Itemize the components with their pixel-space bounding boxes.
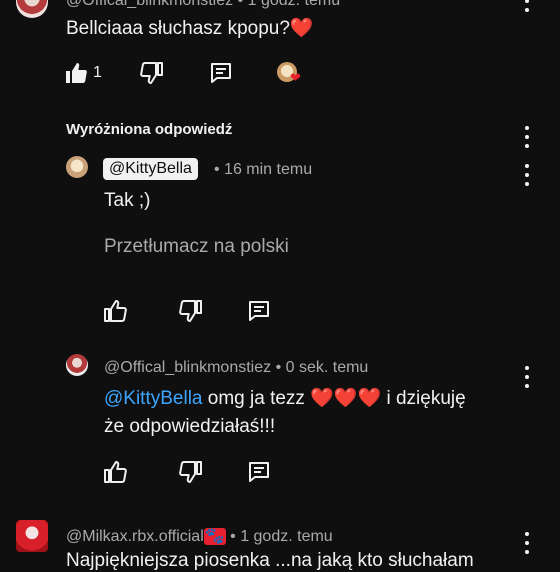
like-count: 1 bbox=[93, 64, 102, 81]
comment-author[interactable]: @Offical_blinkmonstiez bbox=[66, 0, 233, 9]
more-options-icon[interactable] bbox=[524, 164, 530, 186]
more-options-icon[interactable] bbox=[524, 532, 530, 554]
dislike-button[interactable] bbox=[179, 461, 203, 483]
comment-icon bbox=[211, 63, 231, 83]
translate-link[interactable]: Przetłumacz na polski bbox=[104, 236, 289, 258]
reply-button[interactable] bbox=[209, 62, 233, 84]
hearts-emoji: ❤️❤️❤️ bbox=[310, 388, 382, 409]
dislike-button[interactable] bbox=[179, 300, 203, 322]
reply-header: @Offical_blinkmonstiez • 0 sek. temu bbox=[104, 359, 368, 377]
avatar[interactable] bbox=[16, 0, 48, 18]
comment-icon bbox=[249, 301, 269, 321]
comment-header: @Milkax.rbx.official🐾 • 1 godz. temu bbox=[66, 526, 333, 546]
thumbs-down-icon bbox=[140, 62, 163, 84]
paw-badge-icon: 🐾 bbox=[203, 528, 226, 545]
mention-link[interactable]: @KittyBella bbox=[104, 388, 203, 409]
creator-heart-icon: ❤ bbox=[290, 70, 301, 85]
reply-time: • 16 min temu bbox=[214, 161, 313, 178]
avatar[interactable] bbox=[16, 520, 48, 552]
more-options-icon[interactable] bbox=[524, 366, 530, 388]
reply-text: @KittyBella omg ja tezz ❤️❤️❤️ i dziękuj… bbox=[104, 388, 466, 409]
reply-button[interactable] bbox=[247, 461, 271, 483]
dislike-button[interactable] bbox=[140, 62, 164, 84]
highlighted-reply-label: Wyróżniona odpowiedź bbox=[66, 121, 233, 138]
reply-time: • 0 sek. temu bbox=[275, 359, 369, 376]
thumbs-up-icon bbox=[104, 300, 127, 322]
comment-time: • 1 godz. temu bbox=[230, 528, 333, 545]
thumbs-down-icon bbox=[179, 300, 202, 322]
reply-author-chip[interactable]: @KittyBella bbox=[103, 158, 198, 180]
reply-button[interactable] bbox=[247, 300, 271, 322]
thumbs-up-icon bbox=[104, 461, 127, 483]
thumbs-up-filled-icon bbox=[66, 63, 87, 83]
like-button[interactable] bbox=[103, 461, 127, 483]
comment-text: Bellciaaa słuchasz kpopu?❤️ bbox=[66, 18, 314, 39]
more-options-icon[interactable] bbox=[524, 0, 530, 12]
avatar[interactable] bbox=[66, 354, 88, 376]
reply-text: Tak ;) bbox=[104, 190, 151, 211]
like-button[interactable] bbox=[64, 62, 88, 84]
thumbs-down-icon bbox=[179, 461, 202, 483]
heart-emoji: ❤️ bbox=[289, 18, 314, 39]
reply-author[interactable]: @Offical_blinkmonstiez bbox=[104, 359, 271, 376]
avatar[interactable] bbox=[66, 156, 88, 178]
comment-header: @Offical_blinkmonstiez • 1 godz. temu bbox=[66, 0, 340, 10]
like-button[interactable] bbox=[103, 300, 127, 322]
comment-time: • 1 godz. temu bbox=[237, 0, 341, 9]
reply-text-line2: że odpowiedziałaś!!! bbox=[104, 416, 276, 437]
more-options-icon[interactable] bbox=[524, 126, 530, 148]
comment-author[interactable]: @Milkax.rbx.official bbox=[66, 528, 204, 545]
comment-text: Najpiękniejsza piosenka ...na jaką kto s… bbox=[66, 550, 474, 571]
comment-icon bbox=[249, 462, 269, 482]
